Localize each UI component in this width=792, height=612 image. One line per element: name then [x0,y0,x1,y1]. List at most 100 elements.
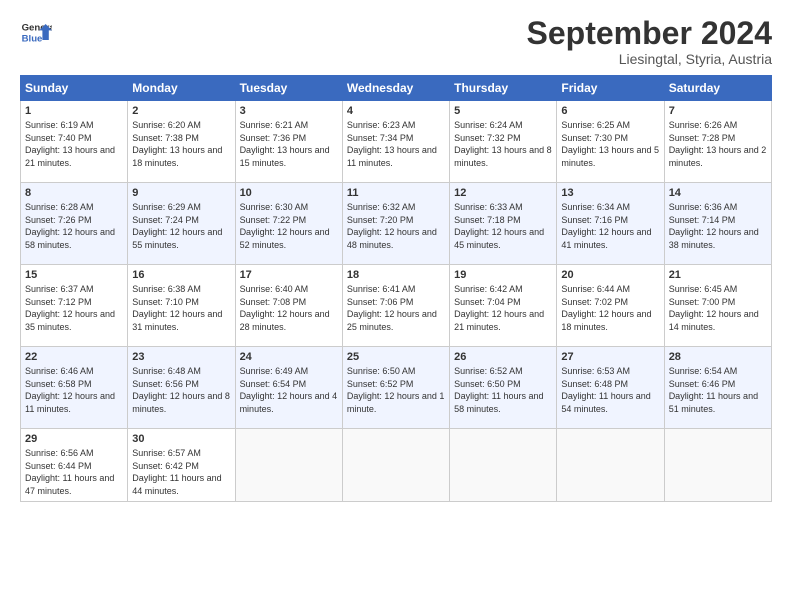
page: General Blue September 2024 Liesingtal, … [0,0,792,612]
day-number: 13 [561,187,659,199]
calendar-cell: 18Sunrise: 6:41 AMSunset: 7:06 PMDayligh… [342,265,449,347]
day-number: 21 [669,269,767,281]
calendar-cell: 12Sunrise: 6:33 AMSunset: 7:18 PMDayligh… [450,183,557,265]
calendar-header-wednesday: Wednesday [342,76,449,101]
cell-sunrise: Sunrise: 6:24 AMSunset: 7:32 PMDaylight:… [454,120,552,168]
calendar-cell: 20 Sunrise: 6:44 AMSunset: 7:02 PMDayligh… [557,265,664,347]
calendar-week-row: 8Sunrise: 6:28 AMSunset: 7:26 PMDaylight… [21,183,772,265]
calendar-cell: 15 Sunrise: 6:37 AMSunset: 7:12 PMDayligh… [21,265,128,347]
calendar-cell: 29 Sunrise: 6:56 AMSunset: 6:44 PMDayligh… [21,429,128,501]
calendar-table: SundayMondayTuesdayWednesdayThursdayFrid… [20,75,772,501]
day-number: 12 [454,187,552,199]
cell-sunrise: Sunrise: 6:46 AMSunset: 6:58 PMDaylight:… [25,366,115,414]
day-number: 5 [454,105,552,117]
calendar-header-monday: Monday [128,76,235,101]
cell-sunrise: Sunrise: 6:23 AMSunset: 7:34 PMDaylight:… [347,120,437,168]
header: General Blue September 2024 Liesingtal, … [20,16,772,67]
calendar-cell [664,429,771,501]
title-block: September 2024 Liesingtal, Styria, Austr… [527,16,772,67]
calendar-header-thursday: Thursday [450,76,557,101]
day-number: 8 [25,187,123,199]
day-number: 15 [25,269,123,281]
calendar-cell: 13 Sunrise: 6:34 AMSunset: 7:16 PMDayligh… [557,183,664,265]
cell-sunrise: Sunrise: 6:34 AMSunset: 7:16 PMDaylight:… [561,202,651,250]
calendar-week-row: 1 Sunrise: 6:19 AMSunset: 7:40 PMDaylight… [21,101,772,183]
cell-sunrise: Sunrise: 6:49 AMSunset: 6:54 PMDaylight:… [240,366,338,414]
day-number: 30 [132,433,230,445]
cell-sunrise: Sunrise: 6:52 AMSunset: 6:50 PMDaylight:… [454,366,543,414]
cell-sunrise: Sunrise: 6:53 AMSunset: 6:48 PMDaylight:… [561,366,650,414]
cell-sunrise: Sunrise: 6:57 AMSunset: 6:42 PMDaylight:… [132,448,221,496]
day-number: 19 [454,269,552,281]
calendar-cell: 26 Sunrise: 6:52 AMSunset: 6:50 PMDayligh… [450,347,557,429]
calendar-cell: 7 Sunrise: 6:26 AMSunset: 7:28 PMDaylight… [664,101,771,183]
calendar-cell [450,429,557,501]
calendar-cell [342,429,449,501]
day-number: 22 [25,351,123,363]
logo: General Blue [20,16,52,48]
cell-sunrise: Sunrise: 6:37 AMSunset: 7:12 PMDaylight:… [25,284,115,332]
day-number: 25 [347,351,445,363]
calendar-week-row: 29 Sunrise: 6:56 AMSunset: 6:44 PMDayligh… [21,429,772,501]
calendar-cell: 23 Sunrise: 6:48 AMSunset: 6:56 PMDayligh… [128,347,235,429]
cell-sunrise: Sunrise: 6:45 AMSunset: 7:00 PMDaylight:… [669,284,759,332]
day-number: 28 [669,351,767,363]
day-number: 23 [132,351,230,363]
day-number: 3 [240,105,338,117]
day-number: 26 [454,351,552,363]
cell-sunrise: Sunrise: 6:30 AMSunset: 7:22 PMDaylight:… [240,202,330,250]
svg-text:Blue: Blue [22,34,43,45]
day-number: 4 [347,105,445,117]
cell-sunrise: Sunrise: 6:44 AMSunset: 7:02 PMDaylight:… [561,284,651,332]
day-number: 29 [25,433,123,445]
month-title: September 2024 [527,16,772,51]
calendar-cell: 16Sunrise: 6:38 AMSunset: 7:10 PMDayligh… [128,265,235,347]
day-number: 6 [561,105,659,117]
calendar-header-friday: Friday [557,76,664,101]
cell-sunrise: Sunrise: 6:40 AMSunset: 7:08 PMDaylight:… [240,284,330,332]
calendar-cell: 19 Sunrise: 6:42 AMSunset: 7:04 PMDayligh… [450,265,557,347]
day-number: 11 [347,187,445,199]
calendar-cell [235,429,342,501]
cell-sunrise: Sunrise: 6:56 AMSunset: 6:44 PMDaylight:… [25,448,114,496]
day-number: 27 [561,351,659,363]
cell-sunrise: Sunrise: 6:29 AMSunset: 7:24 PMDaylight:… [132,202,222,250]
day-number: 1 [25,105,123,117]
cell-sunrise: Sunrise: 6:21 AMSunset: 7:36 PMDaylight:… [240,120,330,168]
day-number: 17 [240,269,338,281]
cell-sunrise: Sunrise: 6:48 AMSunset: 6:56 PMDaylight:… [132,366,230,414]
cell-sunrise: Sunrise: 6:50 AMSunset: 6:52 PMDaylight:… [347,366,445,414]
calendar-week-row: 22 Sunrise: 6:46 AMSunset: 6:58 PMDayligh… [21,347,772,429]
calendar-cell: 14 Sunrise: 6:36 AMSunset: 7:14 PMDayligh… [664,183,771,265]
day-number: 9 [132,187,230,199]
calendar-cell: 17 Sunrise: 6:40 AMSunset: 7:08 PMDayligh… [235,265,342,347]
calendar-header-saturday: Saturday [664,76,771,101]
cell-sunrise: Sunrise: 6:54 AMSunset: 6:46 PMDaylight:… [669,366,758,414]
cell-sunrise: Sunrise: 6:25 AMSunset: 7:30 PMDaylight:… [561,120,659,168]
calendar-cell: 9 Sunrise: 6:29 AMSunset: 7:24 PMDaylight… [128,183,235,265]
calendar-cell: 2 Sunrise: 6:20 AMSunset: 7:38 PMDaylight… [128,101,235,183]
cell-sunrise: Sunrise: 6:19 AMSunset: 7:40 PMDaylight:… [25,120,115,168]
cell-sunrise: Sunrise: 6:41 AMSunset: 7:06 PMDaylight:… [347,284,437,332]
calendar-cell: 1 Sunrise: 6:19 AMSunset: 7:40 PMDaylight… [21,101,128,183]
day-number: 2 [132,105,230,117]
cell-sunrise: Sunrise: 6:32 AMSunset: 7:20 PMDaylight:… [347,202,437,250]
cell-sunrise: Sunrise: 6:26 AMSunset: 7:28 PMDaylight:… [669,120,767,168]
calendar-cell [557,429,664,501]
cell-sunrise: Sunrise: 6:20 AMSunset: 7:38 PMDaylight:… [132,120,222,168]
day-number: 14 [669,187,767,199]
calendar-cell: 28 Sunrise: 6:54 AMSunset: 6:46 PMDayligh… [664,347,771,429]
calendar-week-row: 15 Sunrise: 6:37 AMSunset: 7:12 PMDayligh… [21,265,772,347]
day-number: 7 [669,105,767,117]
calendar-header-row: SundayMondayTuesdayWednesdayThursdayFrid… [21,76,772,101]
calendar-cell: 5 Sunrise: 6:24 AMSunset: 7:32 PMDaylight… [450,101,557,183]
day-number: 24 [240,351,338,363]
calendar-cell: 22 Sunrise: 6:46 AMSunset: 6:58 PMDayligh… [21,347,128,429]
day-number: 20 [561,269,659,281]
calendar-cell: 3 Sunrise: 6:21 AMSunset: 7:36 PMDaylight… [235,101,342,183]
cell-sunrise: Sunrise: 6:36 AMSunset: 7:14 PMDaylight:… [669,202,759,250]
cell-sunrise: Sunrise: 6:42 AMSunset: 7:04 PMDaylight:… [454,284,544,332]
calendar-header-sunday: Sunday [21,76,128,101]
cell-sunrise: Sunrise: 6:38 AMSunset: 7:10 PMDaylight:… [132,284,222,332]
calendar-cell: 4 Sunrise: 6:23 AMSunset: 7:34 PMDaylight… [342,101,449,183]
